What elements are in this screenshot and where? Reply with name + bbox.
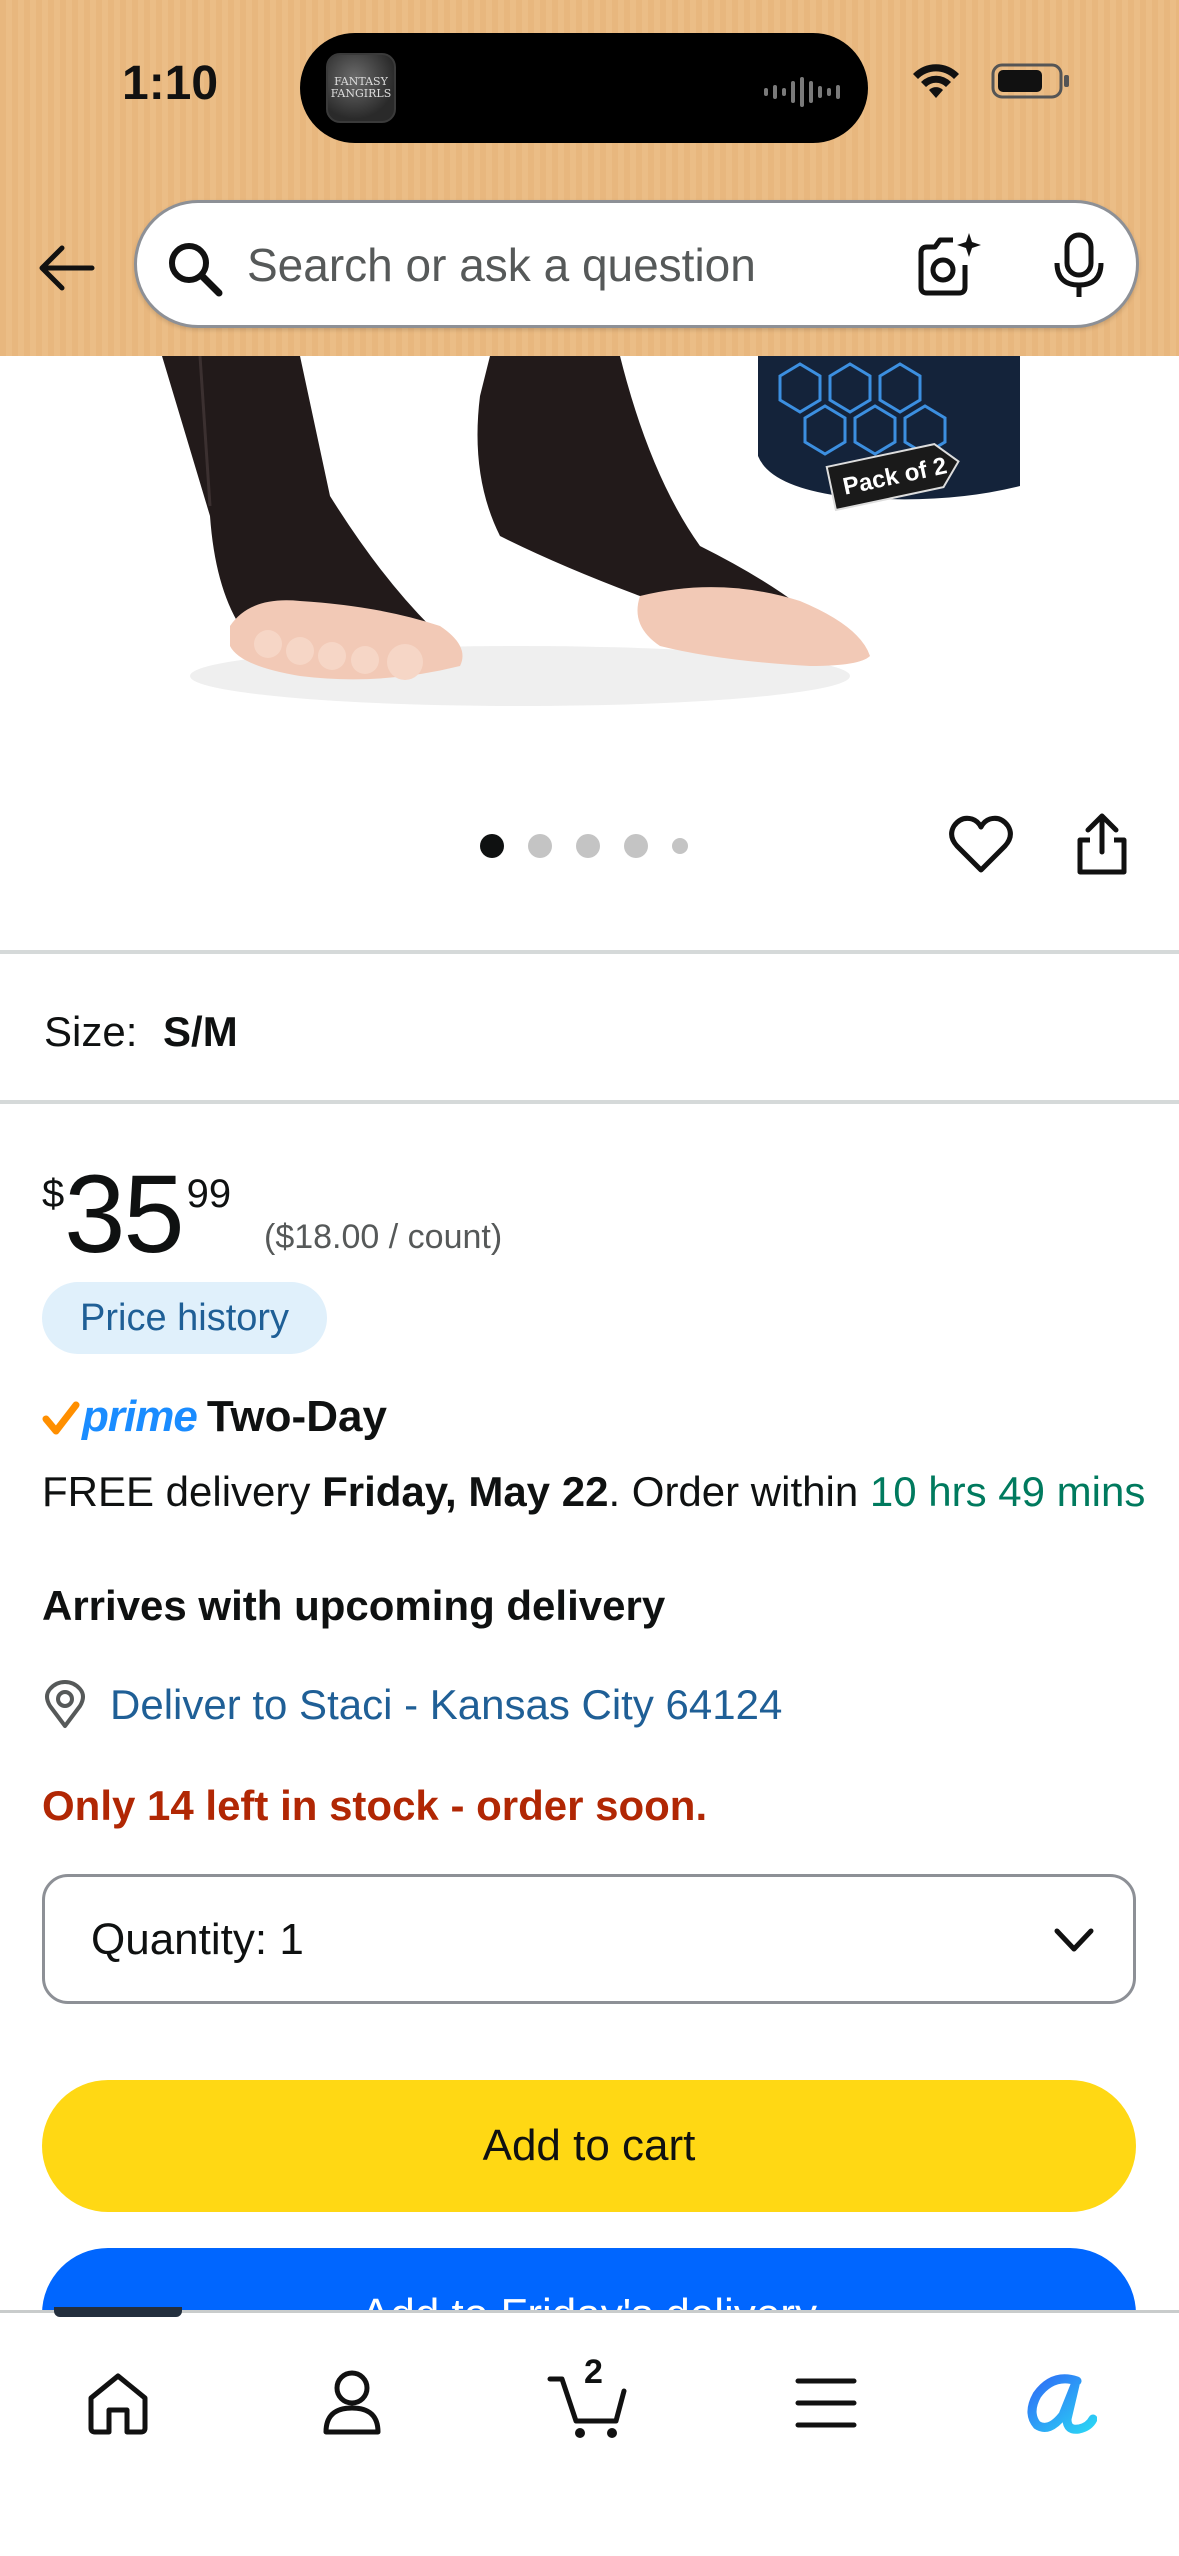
- price-symbol: $: [42, 1172, 65, 1216]
- size-selector[interactable]: Size: S/M: [44, 1008, 238, 1056]
- menu-icon: [795, 2378, 857, 2428]
- wifi-icon: [913, 64, 959, 98]
- delivery-countdown: 10 hrs 49 mins: [869, 1468, 1146, 1515]
- app-header: 1:10 FANTASY FANGIRLS: [0, 0, 1179, 356]
- island-avatar: FANTASY FANGIRLS: [326, 53, 396, 123]
- rufus-icon: [1027, 2374, 1097, 2434]
- price-fraction: 99: [186, 1172, 232, 1216]
- share-icon[interactable]: [1072, 812, 1132, 878]
- price-whole: 35: [64, 1153, 184, 1276]
- quantity-select[interactable]: Quantity: 1: [42, 1874, 1136, 2004]
- nav-home[interactable]: [68, 2353, 168, 2453]
- nav-active-indicator: [54, 2307, 182, 2317]
- carousel-dot[interactable]: [624, 834, 648, 858]
- search-bar[interactable]: [134, 200, 1139, 328]
- status-time: 1:10: [122, 57, 219, 110]
- prime-speed: Two-Day: [206, 1392, 387, 1441]
- carousel-dot[interactable]: [480, 834, 504, 858]
- microphone-icon[interactable]: [1049, 231, 1109, 301]
- free-delivery-text: FREE delivery: [42, 1468, 311, 1515]
- carousel-dot[interactable]: [528, 834, 552, 858]
- bottom-nav: 2: [0, 2307, 1179, 2556]
- heart-icon[interactable]: [948, 812, 1014, 878]
- price-history-button[interactable]: Price history: [42, 1282, 328, 1354]
- dynamic-island[interactable]: FANTASY FANGIRLS: [300, 33, 868, 143]
- cart-count-badge: 2: [584, 2353, 603, 2391]
- prime-word: prime: [82, 1392, 198, 1441]
- battery-icon: [991, 63, 1069, 99]
- account-icon: [323, 2370, 381, 2435]
- quantity-text: Quantity: 1: [91, 1915, 304, 1965]
- carousel-dot[interactable]: [576, 834, 600, 858]
- order-within-text: . Order within: [608, 1468, 859, 1515]
- home-icon: [88, 2373, 148, 2435]
- carousel-dot[interactable]: [672, 838, 688, 854]
- search-icon: [169, 243, 223, 297]
- add-to-cart-button[interactable]: Add to cart: [42, 2080, 1136, 2212]
- unit-price: ($18.00 / count): [264, 1218, 503, 1256]
- chevron-down-icon: [1054, 1928, 1094, 1952]
- search-input[interactable]: [247, 233, 887, 297]
- status-icons: [911, 62, 1071, 100]
- audio-wave-icon: [764, 77, 840, 107]
- product-photo: Pack of 2: [0, 356, 1179, 721]
- back-arrow-icon[interactable]: [34, 236, 98, 300]
- prime-check-icon: [42, 1401, 80, 1435]
- deliver-to-text: Deliver to Staci - Kansas City 64124: [110, 1681, 783, 1728]
- nav-rufus[interactable]: [1010, 2353, 1110, 2453]
- size-label: Size:: [44, 1008, 138, 1055]
- section-divider: [0, 950, 1179, 954]
- arrives-note: Arrives with upcoming delivery: [42, 1582, 666, 1629]
- quantity-value: 1: [279, 1915, 304, 1964]
- size-value: S/M: [163, 1008, 238, 1055]
- stock-warning: Only 14 left in stock - order soon.: [42, 1782, 708, 1829]
- product-image[interactable]: Pack of 2: [0, 356, 1179, 721]
- nav-menu[interactable]: [776, 2353, 876, 2453]
- section-divider: [0, 1100, 1179, 1104]
- carousel-dots[interactable]: [480, 834, 688, 858]
- delivery-date: Friday, May 22: [322, 1468, 609, 1515]
- island-avatar-text: FANTASY FANGIRLS: [330, 75, 392, 100]
- quantity-label: Quantity:: [91, 1915, 268, 1964]
- prime-badge: prime Two-Day: [42, 1392, 387, 1442]
- price: $ 35 99: [42, 1160, 231, 1270]
- nav-account[interactable]: [302, 2353, 402, 2453]
- camera-search-icon[interactable]: [913, 231, 983, 301]
- nav-cart[interactable]: 2: [538, 2353, 638, 2453]
- location-pin-icon: [45, 1680, 85, 1728]
- deliver-to-link[interactable]: Deliver to Staci - Kansas City 64124: [42, 1680, 782, 1730]
- delivery-message: FREE delivery Friday, May 22. Order with…: [42, 1462, 1152, 1522]
